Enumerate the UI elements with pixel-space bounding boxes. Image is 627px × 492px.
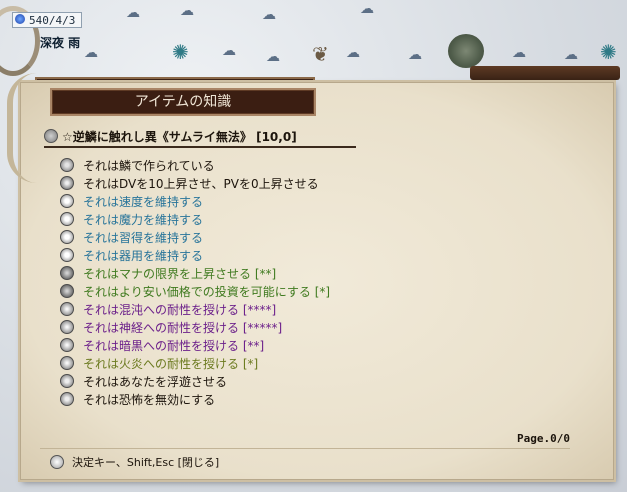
parchment-curl [7, 73, 43, 183]
weapon-sprite [470, 66, 620, 80]
property-text: それは混沌への耐性を授ける [****] [83, 303, 277, 317]
orb-icon [60, 338, 74, 352]
property-row: それはあなたを浮遊させる [60, 373, 540, 391]
ice-tree-icon: ✺ [600, 40, 617, 64]
orb-icon [60, 356, 74, 370]
swirl-icon [60, 266, 74, 280]
date-text: 540/4/3 [29, 14, 76, 27]
property-text: それはDVを10上昇させ、PVを0上昇させる [83, 177, 319, 191]
feather-icon [60, 374, 74, 388]
item-bullet-icon [44, 129, 58, 143]
snow-tile-icon: ☁ [360, 1, 374, 17]
creature-icon: ❦ [312, 42, 329, 66]
property-text: それは神経への耐性を授ける [*****] [83, 321, 283, 335]
snow-tile-icon: ☁ [262, 7, 276, 23]
property-text: それは魔力を維持する [83, 213, 204, 227]
weather-display: 深夜 雨 [40, 36, 81, 50]
swirl-icon [60, 284, 74, 298]
property-text: それはマナの限界を上昇させる [**] [83, 267, 277, 281]
footer-hint: 決定キー、Shift,Esc [閉じる] [50, 455, 219, 470]
property-row: それは火炎への耐性を授ける [*] [60, 355, 540, 373]
pillar-icon [60, 194, 74, 208]
property-text: それは習得を維持する [83, 231, 204, 245]
feather-icon [60, 392, 74, 406]
pillar-icon [60, 230, 74, 244]
property-row: それは恐怖を無効にする [60, 391, 540, 409]
property-row: それはマナの限界を上昇させる [**] [60, 265, 540, 283]
diamond-icon [60, 158, 74, 172]
property-text: それは鱗で作られている [83, 159, 215, 173]
property-list: それは鱗で作られているそれはDVを10上昇させ、PVを0上昇させる それは速度を維… [60, 157, 540, 409]
property-text: それは速度を維持する [83, 195, 204, 209]
pillar-icon [60, 212, 74, 226]
snow-tile-icon: ☁ [512, 45, 526, 61]
status-area: 540/4/3 深夜 雨 [0, 0, 130, 76]
property-row: それはより安い価格での投資を可能にする [*] [60, 283, 540, 301]
property-text: それはより安い価格での投資を可能にする [*] [83, 285, 331, 299]
orb-icon [60, 302, 74, 316]
snow-tile-icon: ☁ [408, 47, 422, 63]
hint-icon [50, 455, 64, 469]
property-row: それはDVを10上昇させ、PVを0上昇させる [60, 175, 540, 193]
property-text: それはあなたを浮遊させる [83, 375, 228, 389]
property-row: それは器用を維持する [60, 247, 540, 265]
page-indicator: Page.0/0 [517, 432, 570, 445]
hint-text[interactable]: 決定キー、Shift,Esc [閉じる] [72, 456, 219, 469]
property-row: それは魔力を維持する [60, 211, 540, 229]
property-row: それは鱗で作られている [60, 157, 540, 175]
shrub-icon [448, 34, 484, 68]
snow-tile-icon: ☁ [266, 49, 280, 65]
orb-icon [60, 320, 74, 334]
property-text: それは火炎への耐性を授ける [*] [83, 357, 259, 371]
property-text: それは器用を維持する [83, 249, 204, 263]
property-row: それは速度を維持する [60, 193, 540, 211]
item-name-header: ☆逆鱗に触れし異《サムライ無法》 [10,0] [44, 128, 356, 148]
item-name: ☆逆鱗に触れし異《サムライ無法》 [10,0] [62, 130, 297, 144]
footer-divider [40, 448, 570, 449]
snow-tile-icon: ☁ [346, 45, 360, 61]
property-row: それは習得を維持する [60, 229, 540, 247]
property-text: それは恐怖を無効にする [83, 393, 216, 407]
ice-tree-icon: ✺ [172, 40, 189, 64]
snow-tile-icon: ☁ [180, 3, 194, 19]
snow-tile-icon: ☁ [222, 43, 236, 59]
property-row: それは暗黒への耐性を授ける [**] [60, 337, 540, 355]
gem-icon [15, 14, 25, 24]
star-shield-icon [60, 176, 74, 190]
snow-tile-icon: ☁ [564, 47, 578, 63]
property-text: それは暗黒への耐性を授ける [**] [83, 339, 265, 353]
property-row: それは混沌への耐性を授ける [****] [60, 301, 540, 319]
pillar-icon [60, 248, 74, 262]
property-row: それは神経への耐性を授ける [*****] [60, 319, 540, 337]
window-title: アイテムの知識 [50, 88, 316, 116]
